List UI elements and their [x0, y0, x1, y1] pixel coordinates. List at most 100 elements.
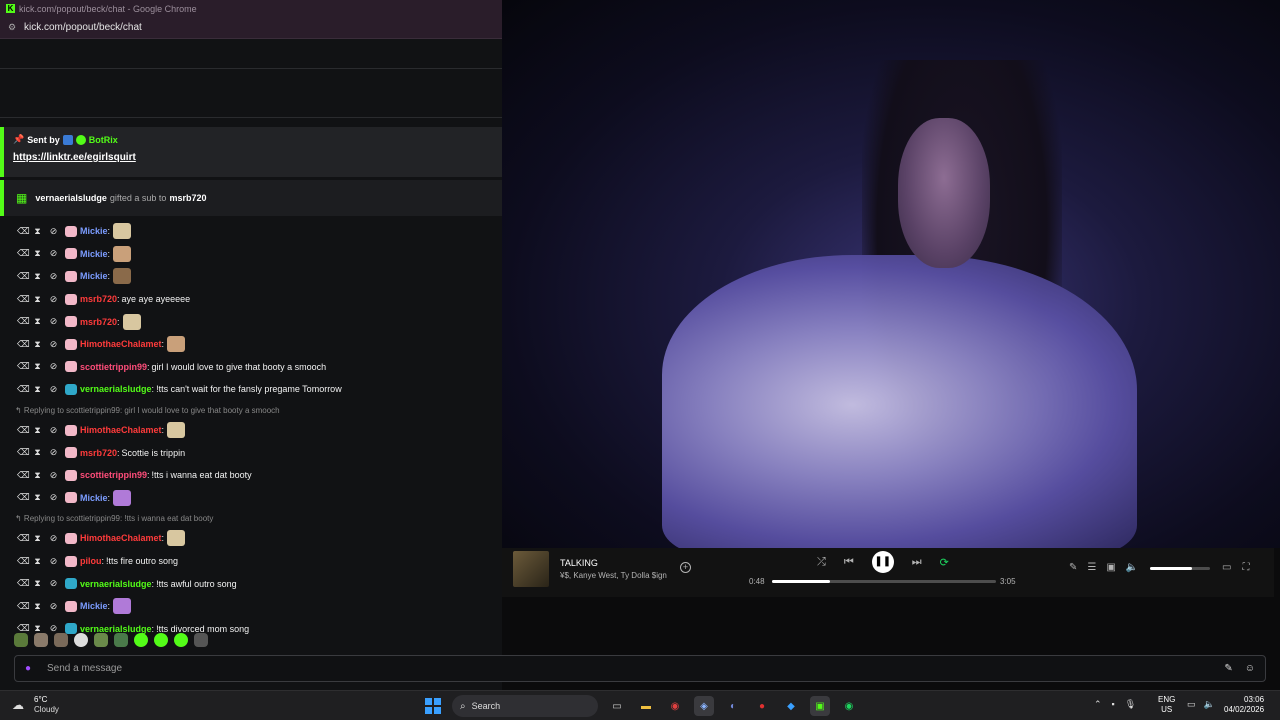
gift-recipient[interactable]: msrb720	[169, 193, 206, 203]
trash-icon[interactable]: ⌫	[17, 226, 30, 236]
chat-username[interactable]: vernaerialsludge	[80, 579, 152, 589]
chat-message[interactable]: ⌫ ⧗ ⊘ Mickie:	[0, 595, 502, 618]
track-title[interactable]: TALKING	[560, 558, 598, 568]
trash-icon[interactable]: ⌫	[17, 624, 30, 633]
chat-message[interactable]: ⌫ ⧗ ⊘ scottietrippin99: girl I would love to…	[0, 356, 502, 379]
trash-icon[interactable]: ⌫	[17, 425, 30, 435]
ban-icon[interactable]: ⊘	[49, 601, 58, 611]
miniplayer-icon[interactable]: ▭	[1222, 562, 1231, 573]
recorder-icon[interactable]: ●	[752, 696, 772, 716]
timeout-icon[interactable]: ⧗	[33, 362, 42, 371]
ban-icon[interactable]: ⊘	[49, 624, 58, 633]
timeout-icon[interactable]: ⧗	[33, 226, 42, 236]
chat-username[interactable]: msrb720	[80, 294, 117, 304]
emote-icon[interactable]	[74, 633, 88, 647]
app-icon[interactable]: ◆	[781, 696, 801, 716]
chat-username[interactable]: HimothaeChalamet	[80, 533, 162, 543]
timeout-icon[interactable]: ⧗	[33, 425, 42, 435]
timeout-icon[interactable]: ⧗	[33, 294, 42, 304]
ban-icon[interactable]: ⊘	[49, 294, 58, 304]
chat-username[interactable]: Mickie	[80, 601, 108, 611]
emote-icon[interactable]	[14, 633, 28, 647]
ban-icon[interactable]: ⊘	[49, 556, 58, 566]
trash-icon[interactable]: ⌫	[17, 317, 30, 326]
chat-username[interactable]: Mickie	[80, 493, 108, 503]
speaker-icon[interactable]: 🔈	[1204, 699, 1215, 710]
language-indicator[interactable]: ENG US	[1158, 695, 1175, 715]
reply-context[interactable]: ↰ Replying to scottietrippin99: !tts i w…	[15, 514, 213, 523]
add-to-library-icon[interactable]: +	[680, 562, 691, 573]
emote-icon[interactable]	[114, 633, 128, 647]
trash-icon[interactable]: ⌫	[17, 533, 30, 543]
volume-slider[interactable]	[1150, 567, 1210, 570]
fullscreen-icon[interactable]: ⛶	[1242, 562, 1249, 573]
chat-username[interactable]: Mickie	[80, 271, 108, 281]
translate-icon[interactable]: ✎	[1224, 663, 1232, 674]
chat-message[interactable]: ⌫ ⧗ ⊘ Mickie:	[0, 487, 502, 510]
chat-emote-icon[interactable]	[167, 336, 186, 353]
trash-icon[interactable]: ⌫	[17, 470, 30, 480]
progress-bar[interactable]	[772, 580, 996, 583]
chat-emote-icon[interactable]	[122, 313, 141, 330]
trash-icon[interactable]: ⌫	[17, 294, 30, 304]
pinned-message[interactable]: 📌 Sent by BotRix https://linktr.ee/egirl…	[0, 127, 502, 177]
ban-icon[interactable]: ⊘	[49, 470, 58, 480]
chat-message[interactable]: ↰ Replying to scottietrippin99: girl I w…	[0, 406, 502, 442]
timeout-icon[interactable]: ⧗	[33, 317, 42, 326]
next-icon[interactable]: ⏭	[912, 556, 922, 569]
ban-icon[interactable]: ⊘	[49, 271, 58, 281]
chat-username[interactable]: scottietrippin99	[80, 362, 147, 372]
chrome-icon[interactable]: ◉	[665, 696, 685, 716]
ban-icon[interactable]: ⊘	[49, 493, 58, 502]
chat-username[interactable]: msrb720	[80, 448, 117, 458]
ban-icon[interactable]: ⊘	[49, 579, 58, 588]
pause-button[interactable]: ❚❚	[871, 551, 894, 573]
chat-emote-icon[interactable]	[113, 598, 132, 615]
steam-icon[interactable]: ◈	[694, 696, 714, 716]
ban-icon[interactable]: ⊘	[49, 226, 58, 236]
network-icon[interactable]: ▭	[1187, 699, 1196, 710]
chat-username[interactable]: vernaerialsludge	[80, 384, 152, 394]
volume-icon[interactable]: 🔈	[1126, 562, 1138, 573]
bot-name[interactable]: BotRix	[89, 135, 118, 145]
emote-icon[interactable]	[174, 633, 188, 647]
emote-icon[interactable]	[134, 633, 148, 647]
timeout-icon[interactable]: ⧗	[33, 556, 42, 566]
pinned-link[interactable]: https://linktr.ee/egirlsquirt	[13, 152, 493, 163]
timeout-icon[interactable]: ⧗	[33, 579, 42, 588]
trash-icon[interactable]: ⌫	[17, 339, 30, 349]
ban-icon[interactable]: ⊘	[49, 249, 58, 258]
chat-emote-icon[interactable]	[167, 422, 186, 439]
chat-emote-icon[interactable]	[113, 245, 132, 262]
timeout-icon[interactable]: ⧗	[33, 493, 42, 502]
trash-icon[interactable]: ⌫	[17, 362, 30, 371]
tray-app-icon[interactable]: ▪	[1112, 699, 1115, 710]
taskbar-search[interactable]: ⌕ Search	[452, 695, 598, 717]
trash-icon[interactable]: ⌫	[17, 249, 30, 258]
timeout-icon[interactable]: ⧗	[33, 533, 42, 543]
chat-message[interactable]: ⌫ ⧗ ⊘ Mickie:	[0, 220, 502, 243]
ban-icon[interactable]: ⊘	[49, 448, 58, 457]
chat-message[interactable]: ⌫ ⧗ ⊘ vernaerialsludge: !tts can't wait for …	[0, 378, 502, 401]
chat-message[interactable]: ⌫ ⧗ ⊘ vernaerialsludge: !tts awful outro son…	[0, 572, 502, 595]
trash-icon[interactable]: ⌫	[17, 493, 30, 502]
emote-icon[interactable]	[94, 633, 108, 647]
weather-widget[interactable]: ☁ 6°C Cloudy	[12, 695, 59, 715]
emote-icon[interactable]	[154, 633, 168, 647]
stream-video[interactable]	[502, 0, 1280, 548]
chat-message[interactable]: ⌫ ⧗ ⊘ HimothaeChalamet:	[0, 333, 502, 356]
timeout-icon[interactable]: ⧗	[33, 601, 42, 611]
chat-message[interactable]: ⌫ ⧗ ⊘ Mickie:	[0, 265, 502, 288]
timeout-icon[interactable]: ⧗	[33, 384, 42, 394]
url-text[interactable]: kick.com/popout/beck/chat	[24, 22, 142, 33]
gifter-name[interactable]: vernaerialsludge	[35, 193, 107, 203]
task-view-icon[interactable]: ▭	[607, 696, 627, 716]
spotify-icon[interactable]: ◉	[839, 696, 859, 716]
chat-message[interactable]: ↰ Replying to scottietrippin99: !tts i w…	[0, 514, 502, 550]
track-artists[interactable]: ¥$, Kanye West, Ty Dolla $ign	[560, 571, 667, 580]
trash-icon[interactable]: ⌫	[17, 556, 30, 566]
chat-message[interactable]: ⌫ ⧗ ⊘ msrb720: Scottie is trippin	[0, 441, 502, 464]
timeout-icon[interactable]: ⧗	[33, 249, 42, 258]
timeout-icon[interactable]: ⧗	[33, 470, 42, 480]
trash-icon[interactable]: ⌫	[17, 384, 30, 394]
